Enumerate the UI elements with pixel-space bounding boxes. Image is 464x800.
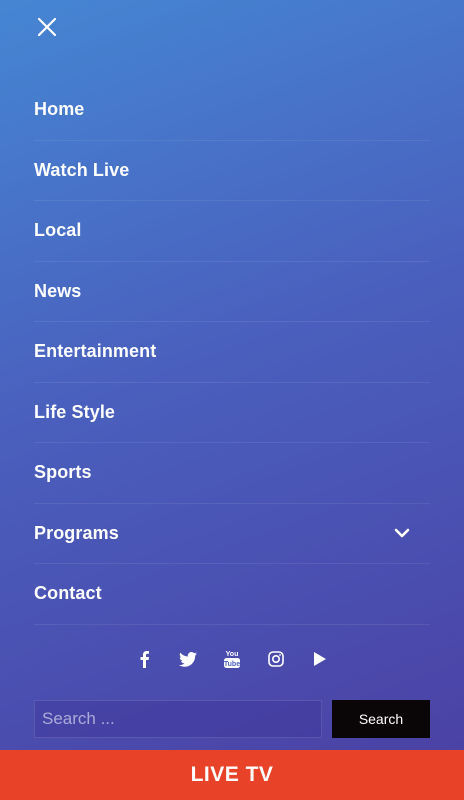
menu-item-label: Watch Live	[34, 159, 130, 180]
search-input[interactable]	[34, 700, 322, 738]
twitter-icon[interactable]	[177, 646, 199, 672]
menu-item-life-style[interactable]: Life Style	[34, 383, 430, 443]
menu-item-label: Sports	[34, 462, 92, 483]
svg-text:Tube: Tube	[224, 661, 240, 668]
menu-item-sports[interactable]: Sports	[34, 443, 430, 504]
facebook-icon[interactable]	[133, 646, 155, 672]
menu-item-home[interactable]: Home	[34, 80, 430, 141]
chevron-down-icon[interactable]	[392, 523, 412, 543]
menu-item-contact[interactable]: Contact	[34, 564, 430, 625]
menu-item-programs[interactable]: Programs	[34, 504, 430, 564]
menu-item-watch-live[interactable]: Watch Live	[34, 141, 430, 201]
menu-item-label: Life Style	[34, 401, 116, 422]
menu-item-label: Home	[34, 99, 85, 120]
menu-item-label: Programs	[34, 522, 119, 543]
play-icon[interactable]	[309, 646, 331, 672]
youtube-icon[interactable]: You Tube	[221, 646, 243, 672]
close-icon	[34, 14, 60, 40]
menu-item-news[interactable]: News	[34, 262, 430, 322]
menu-item-local[interactable]: Local	[34, 201, 430, 262]
menu-item-entertainment[interactable]: Entertainment	[34, 322, 430, 383]
nav-menu: Home Watch Live Local News Entertainment…	[34, 80, 430, 625]
instagram-icon[interactable]	[265, 646, 287, 672]
menu-item-label: News	[34, 280, 82, 301]
menu-item-label: Entertainment	[34, 341, 157, 362]
search-button[interactable]: Search	[332, 700, 430, 738]
svg-text:You: You	[226, 651, 239, 658]
menu-item-label: Local	[34, 220, 82, 241]
close-button[interactable]	[34, 14, 60, 40]
menu-item-label: Contact	[34, 583, 102, 604]
live-tv-label: LIVE TV	[190, 763, 274, 786]
live-tv-button[interactable]: LIVE TV	[0, 750, 464, 800]
social-links: You Tube	[0, 646, 464, 672]
